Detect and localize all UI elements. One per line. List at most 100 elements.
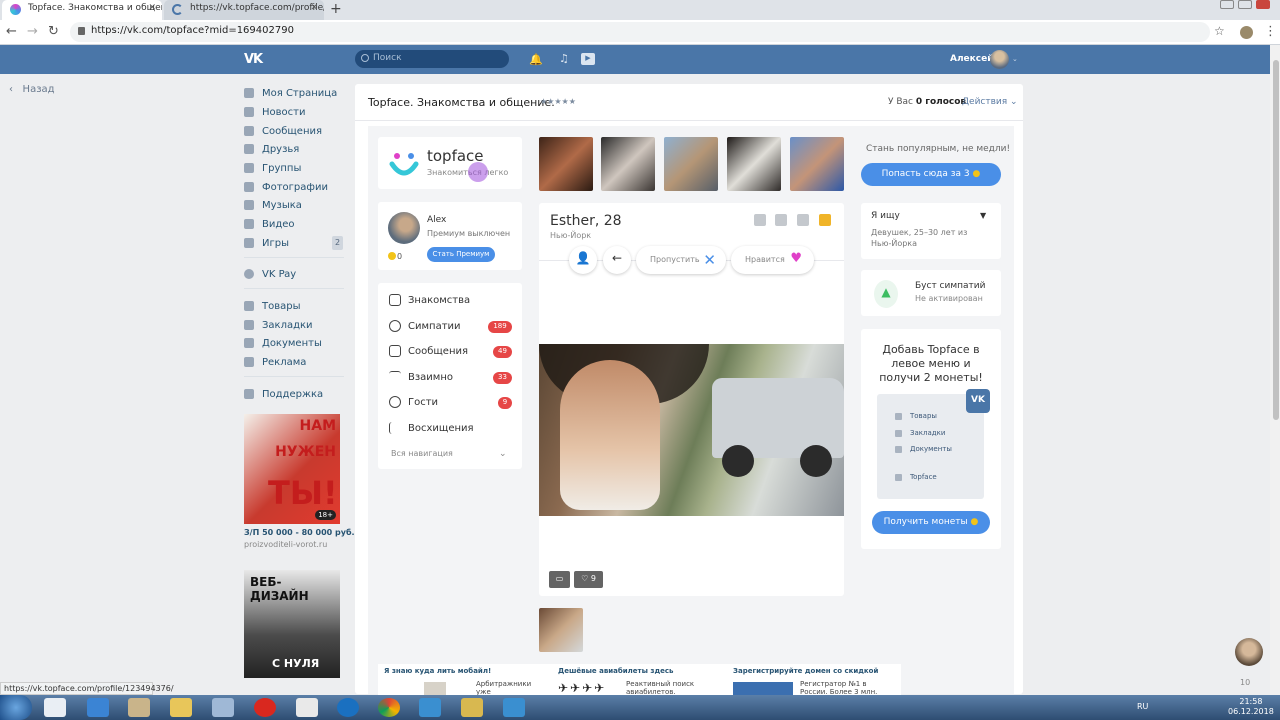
ad-link[interactable]: proizvoditeli-vorot.ru (244, 540, 327, 549)
profile-icon[interactable] (1240, 26, 1253, 39)
gift-icon[interactable] (754, 214, 766, 226)
sidebar-item-friends[interactable]: Друзья (244, 140, 299, 158)
chevron-down-icon[interactable]: ⌄ (1012, 55, 1018, 63)
sidebar-item-ads[interactable]: Реклама (244, 353, 306, 371)
popular-user-photo[interactable] (539, 137, 593, 191)
sidebar-item-groups[interactable]: Группы (244, 159, 301, 177)
app-icon[interactable] (337, 698, 359, 717)
tool-icon[interactable] (128, 698, 150, 717)
chrome-icon[interactable] (378, 698, 400, 717)
sidebar-item-music[interactable]: Музыка (244, 196, 302, 214)
sidebar-item-bookmarks[interactable]: Закладки (244, 316, 313, 334)
sidebar-item-games[interactable]: Игры (244, 234, 289, 252)
sidebar-item-video[interactable]: Видео (244, 215, 295, 233)
sidebar-item-news[interactable]: Новости (244, 103, 305, 121)
media-player-icon[interactable] (44, 698, 66, 717)
sidebar-item-goods[interactable]: Товары (244, 297, 301, 315)
play-icon[interactable]: ▶ (581, 53, 595, 65)
ad-title[interactable]: Зарегистрируйте домен со скидкой (733, 667, 878, 675)
nav-item-messages[interactable]: Сообщения (389, 345, 468, 357)
maximize-window-icon[interactable] (1238, 0, 1252, 9)
tool-icon[interactable] (461, 698, 483, 717)
close-icon: ✕ (703, 251, 716, 269)
nav-item-mutual[interactable]: Взаимно (389, 371, 453, 383)
avatar[interactable] (388, 212, 420, 244)
popular-user-photo[interactable] (727, 137, 781, 191)
previous-profile-button[interactable]: ← (603, 246, 631, 274)
browser-tab-topface[interactable]: Topface. Знакомства и общение ✕ (2, 0, 162, 20)
get-premium-button[interactable]: Стать Премиум (427, 247, 495, 262)
topface-logo-icon[interactable] (389, 148, 419, 180)
nav-item-admirations[interactable]: Восхищения (389, 422, 474, 434)
sidebar-item-messages[interactable]: Сообщения (244, 122, 322, 140)
nav-item-dating[interactable]: Знакомства (389, 294, 470, 306)
profile-name[interactable]: Esther, 28 (550, 213, 622, 229)
profile-info-button[interactable]: 👤 (569, 246, 597, 274)
minimize-window-icon[interactable] (1220, 0, 1234, 9)
dropdown-arrow-icon[interactable]: ▼ (980, 211, 986, 220)
ad-banner-uncle-sam[interactable]: НАМ НУЖЕН ТЫ! 18+ (244, 414, 340, 524)
speaker-icon[interactable] (212, 698, 234, 717)
music-note-icon[interactable]: ♫ (559, 52, 569, 65)
back-arrow-icon[interactable]: ← (6, 24, 17, 39)
sidebar-item-vkpay[interactable]: VK Pay (244, 265, 296, 283)
new-tab-button[interactable]: + (330, 1, 342, 17)
close-window-icon[interactable] (1256, 0, 1270, 9)
back-link[interactable]: ‹ Назад (9, 84, 55, 95)
double-chevron-down-icon[interactable]: ⌄ (499, 449, 507, 459)
photo-like-button[interactable]: ♡ 9 (574, 571, 603, 588)
ad-caption[interactable]: З/П 50 000 - 80 000 руб. (244, 528, 355, 537)
photo-thumbnail[interactable] (539, 608, 583, 652)
hand-icon[interactable] (775, 214, 787, 226)
get-coins-button[interactable]: Получить монеты ● (872, 511, 990, 534)
sidebar-item-photos[interactable]: Фотографии (244, 178, 328, 196)
popular-user-photo[interactable] (790, 137, 844, 191)
all-navigation-link[interactable]: Вся навигация (391, 449, 453, 458)
ad-image[interactable] (424, 682, 446, 696)
ad-image[interactable] (733, 682, 793, 696)
browser-menu-icon[interactable]: ⋮ (1264, 24, 1277, 39)
reload-icon[interactable]: ↻ (48, 24, 59, 39)
bell-icon[interactable]: 🔔 (529, 53, 543, 66)
sidebar-item-my-page[interactable]: Моя Страница (244, 84, 337, 102)
actions-dropdown[interactable]: Действия ⌄ (962, 97, 1018, 107)
avatar[interactable] (990, 50, 1009, 69)
sidebar-item-support[interactable]: Поддержка (244, 385, 323, 403)
scrollbar-thumb[interactable] (1273, 60, 1279, 420)
popular-user-photo[interactable] (601, 137, 655, 191)
bookmark-star-icon[interactable]: ☆ (1214, 24, 1225, 38)
app-icon[interactable] (503, 698, 525, 717)
comment-button[interactable]: ▭ (549, 571, 570, 588)
nav-item-likes[interactable]: Симпатии (389, 320, 461, 332)
vk-search-input[interactable]: Поиск (355, 50, 509, 68)
skip-button[interactable]: Пропустить ✕ (636, 246, 726, 274)
people-icon[interactable] (797, 214, 809, 226)
boost-status: Не активирован (915, 294, 983, 303)
envelope-icon[interactable] (819, 214, 831, 226)
ad-title[interactable]: Дешёвые авиабилеты здесь (558, 667, 673, 675)
forward-arrow-icon[interactable]: → (27, 24, 38, 39)
app-icon[interactable] (419, 698, 441, 717)
like-button[interactable]: Нравится ♥ (731, 246, 814, 274)
start-button[interactable] (0, 695, 32, 720)
user-name[interactable]: Alex (427, 215, 446, 225)
sidebar-item-documents[interactable]: Документы (244, 334, 322, 352)
system-clock[interactable]: 21:58 06.12.2018 (1228, 697, 1274, 717)
internet-explorer-icon[interactable] (87, 698, 109, 717)
vk-logo[interactable]: VK (244, 52, 263, 67)
close-tab-icon[interactable]: ✕ (310, 3, 318, 13)
popular-user-photo[interactable] (664, 137, 718, 191)
avatar[interactable] (1235, 638, 1263, 666)
vk-user-name[interactable]: Алексей (950, 54, 994, 64)
address-bar[interactable]: https://vk.com/topface?mid=169402790 (70, 22, 1210, 42)
language-indicator[interactable]: RU (1137, 702, 1148, 711)
yandex-browser-icon[interactable] (296, 698, 318, 717)
opera-icon[interactable] (254, 698, 276, 717)
browser-tab-profile[interactable]: https://vk.topface.com/profile/12 ✕ (164, 0, 324, 20)
close-tab-icon[interactable]: ✕ (148, 3, 156, 13)
get-featured-button[interactable]: Попасть сюда за 3 ● (861, 163, 1001, 186)
folder-icon[interactable] (170, 698, 192, 717)
ad-title[interactable]: Я знаю куда лить мобайл! (384, 667, 491, 675)
ad-banner-webdesign[interactable]: ВЕБ-ДИЗАЙН С НУЛЯ (244, 570, 340, 678)
nav-item-guests[interactable]: Гости (389, 396, 438, 408)
